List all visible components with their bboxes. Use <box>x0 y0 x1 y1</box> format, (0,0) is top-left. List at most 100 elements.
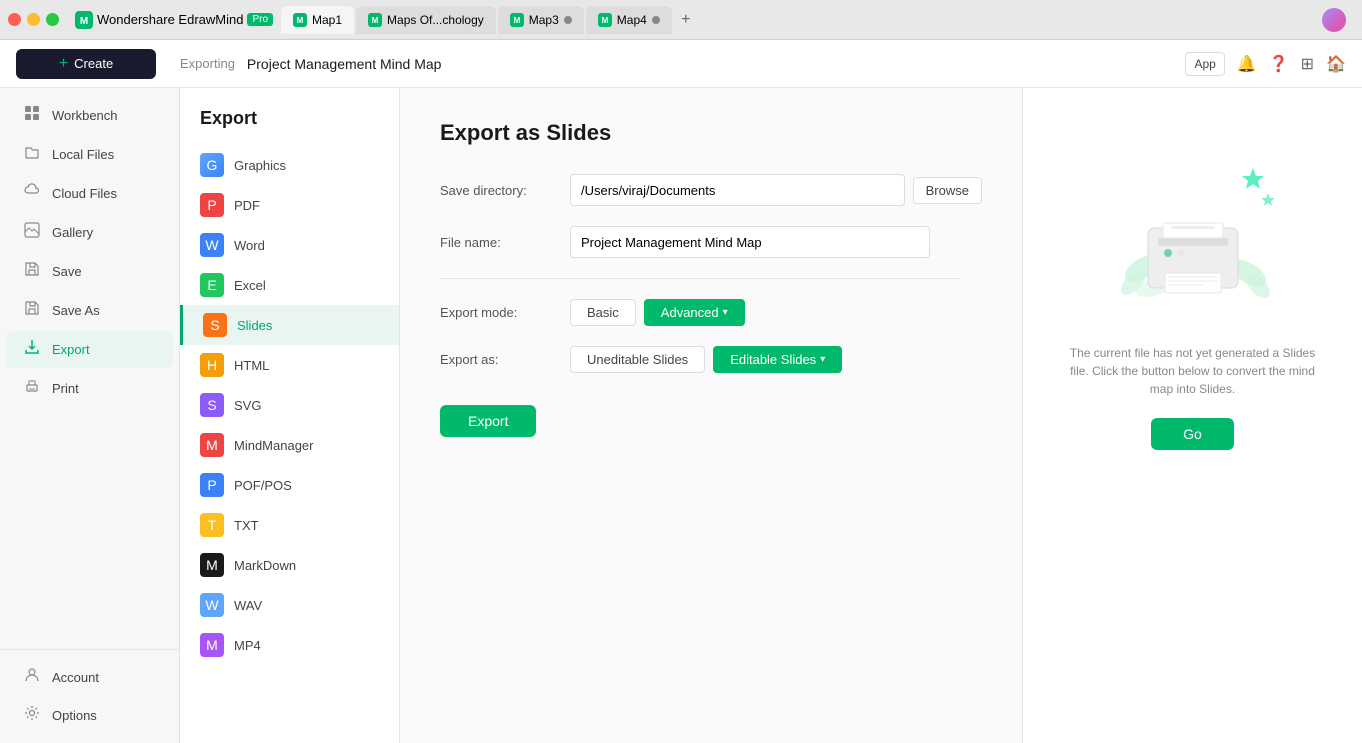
sidebar-item-label: Save As <box>52 303 100 318</box>
export-item-wav[interactable]: W WAV <box>180 585 399 625</box>
svg-text:M: M <box>601 16 608 25</box>
export-item-label: WAV <box>234 598 262 613</box>
workbench-icon <box>22 105 42 126</box>
help-icon[interactable]: ❓ <box>1269 54 1289 74</box>
options-icon <box>22 705 42 726</box>
export-panel: Export G Graphics P PDF W Word E Excel S… <box>180 88 400 743</box>
gallery-icon <box>22 222 42 243</box>
export-item-txt[interactable]: T TXT <box>180 505 399 545</box>
export-item-pof[interactable]: P POF/POS <box>180 465 399 505</box>
export-item-label: MindManager <box>234 438 314 453</box>
export-item-mp4[interactable]: M MP4 <box>180 625 399 665</box>
export-button-row: Export <box>440 393 982 437</box>
app-button[interactable]: App <box>1185 52 1224 76</box>
file-name-input[interactable] <box>570 226 930 258</box>
save-as-icon <box>22 300 42 321</box>
mindmanager-icon: M <box>200 433 224 457</box>
maximize-button[interactable] <box>46 13 59 26</box>
export-as-group: Uneditable Slides Editable Slides <box>570 346 842 373</box>
header-right: App 🔔 ❓ ⊞ 🏠 <box>1185 52 1346 76</box>
export-button[interactable]: Export <box>440 405 536 437</box>
export-item-label: Slides <box>237 318 272 333</box>
sidebar-item-workbench[interactable]: Workbench <box>6 97 173 134</box>
new-tab-button[interactable]: + <box>674 8 698 32</box>
export-form: Export as Slides Save directory: Browse … <box>400 88 1022 743</box>
preview-description: The current file has not yet generated a… <box>1043 344 1342 398</box>
export-form-title: Export as Slides <box>440 120 982 146</box>
sidebar-item-label: Export <box>52 342 90 357</box>
traffic-lights <box>8 13 59 26</box>
save-directory-input[interactable] <box>570 174 905 206</box>
edrawmind-icon: M <box>75 11 93 29</box>
sidebar-spacer <box>0 408 179 649</box>
sidebar-item-label: Print <box>52 381 79 396</box>
sidebar-item-export[interactable]: Export <box>6 331 173 368</box>
sidebar-item-label: Local Files <box>52 147 114 162</box>
export-item-pdf[interactable]: P PDF <box>180 185 399 225</box>
apps-icon[interactable]: ⊞ <box>1301 54 1314 74</box>
export-mode-basic-button[interactable]: Basic <box>570 299 636 326</box>
go-button[interactable]: Go <box>1151 418 1234 450</box>
mp4-icon: M <box>200 633 224 657</box>
save-icon <box>22 261 42 282</box>
export-item-label: POF/POS <box>234 478 292 493</box>
preview-illustration <box>1093 128 1293 328</box>
export-item-excel[interactable]: E Excel <box>180 265 399 305</box>
community-icon[interactable]: 🏠 <box>1326 54 1346 74</box>
pdf-icon: P <box>200 193 224 217</box>
tab-label: Map3 <box>529 13 559 27</box>
export-item-markdown[interactable]: M MarkDown <box>180 545 399 585</box>
export-item-word[interactable]: W Word <box>180 225 399 265</box>
tab-map4[interactable]: M Map4 <box>586 6 672 34</box>
sidebar-item-label: Save <box>52 264 82 279</box>
export-item-graphics[interactable]: G Graphics <box>180 145 399 185</box>
sidebar-item-label: Account <box>52 670 99 685</box>
plus-icon: + <box>59 55 68 73</box>
svg-text:M: M <box>513 16 520 25</box>
export-mode-advanced-button[interactable]: Advanced <box>644 299 745 326</box>
modified-dot <box>564 16 572 24</box>
tab-map1[interactable]: M Map1 <box>281 6 354 34</box>
export-as-row: Export as: Uneditable Slides Editable Sl… <box>440 346 982 373</box>
tab-map3[interactable]: M Map3 <box>498 6 584 34</box>
export-item-mindmanager[interactable]: M MindManager <box>180 425 399 465</box>
local-files-icon <box>22 144 42 165</box>
print-icon <box>22 378 42 399</box>
close-button[interactable] <box>8 13 21 26</box>
export-item-label: MarkDown <box>234 558 296 573</box>
breadcrumb: Exporting Project Management Mind Map <box>180 56 441 72</box>
export-item-label: SVG <box>234 398 261 413</box>
minimize-button[interactable] <box>27 13 40 26</box>
modified-dot <box>652 16 660 24</box>
browse-button[interactable]: Browse <box>913 177 982 204</box>
tab-maps-of-chology[interactable]: M Maps Of...chology <box>356 6 496 34</box>
uneditable-slides-button[interactable]: Uneditable Slides <box>570 346 705 373</box>
sidebar-item-cloud-files[interactable]: Cloud Files <box>6 175 173 212</box>
sidebar-item-account[interactable]: Account <box>6 659 173 696</box>
sidebar-item-gallery[interactable]: Gallery <box>6 214 173 251</box>
export-item-html[interactable]: H HTML <box>180 345 399 385</box>
avatar[interactable] <box>1322 8 1346 32</box>
export-item-label: TXT <box>234 518 259 533</box>
svg-text:M: M <box>297 16 304 25</box>
sidebar-item-save[interactable]: Save <box>6 253 173 290</box>
sidebar-item-print[interactable]: Print <box>6 370 173 407</box>
create-button[interactable]: + Create <box>16 49 156 79</box>
sidebar-item-local-files[interactable]: Local Files <box>6 136 173 173</box>
tab-label: Map4 <box>617 13 647 27</box>
sidebar-item-save-as[interactable]: Save As <box>6 292 173 329</box>
breadcrumb-map-name: Project Management Mind Map <box>247 56 442 72</box>
account-icon <box>22 667 42 688</box>
sidebar-item-options[interactable]: Options <box>6 697 173 734</box>
save-directory-row: Save directory: Browse <box>440 174 982 206</box>
export-item-slides[interactable]: S Slides <box>180 305 399 345</box>
export-item-svg[interactable]: S SVG <box>180 385 399 425</box>
notification-icon[interactable]: 🔔 <box>1237 54 1257 74</box>
export-item-label: MP4 <box>234 638 261 653</box>
editable-slides-button[interactable]: Editable Slides <box>713 346 842 373</box>
export-item-label: Graphics <box>234 158 286 173</box>
file-name-row: File name: <box>440 226 982 258</box>
tab-icon: M <box>510 13 524 27</box>
tab-list: M Map1 M Maps Of...chology M Map3 M Map4… <box>281 6 1314 34</box>
sidebar-item-label: Cloud Files <box>52 186 117 201</box>
